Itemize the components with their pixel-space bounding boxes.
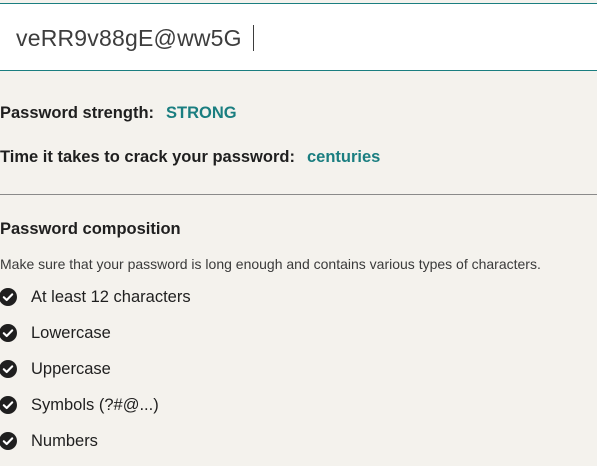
check-circle-icon bbox=[0, 288, 17, 306]
password-input[interactable]: veRR9v88gE@ww5G bbox=[0, 3, 597, 71]
requirement-item: Lowercase bbox=[0, 322, 191, 358]
check-circle-icon bbox=[0, 324, 17, 342]
password-strength-value: STRONG bbox=[166, 104, 237, 122]
requirement-item: At least 12 characters bbox=[0, 286, 191, 322]
composition-title: Password composition bbox=[0, 220, 181, 238]
crack-time-value: centuries bbox=[306, 148, 381, 166]
password-strength-row: Password strength: STRONG bbox=[0, 102, 237, 124]
requirement-item: Numbers bbox=[0, 430, 191, 466]
section-divider bbox=[0, 194, 597, 195]
crack-time-row: Time it takes to crack your password: cen… bbox=[0, 146, 380, 168]
requirement-label: Uppercase bbox=[31, 360, 111, 378]
composition-description: Make sure that your password is long eno… bbox=[0, 256, 541, 272]
password-strength-label: Password strength: bbox=[0, 104, 155, 122]
check-circle-icon bbox=[0, 360, 17, 378]
requirement-label: Lowercase bbox=[31, 324, 111, 342]
crack-time-label: Time it takes to crack your password: bbox=[0, 148, 295, 166]
requirement-label: Numbers bbox=[31, 432, 98, 450]
requirement-label: At least 12 characters bbox=[31, 288, 191, 306]
check-circle-icon bbox=[0, 396, 17, 414]
text-caret bbox=[252, 25, 255, 51]
requirements-list: At least 12 characters Lowercase Upperca… bbox=[0, 286, 191, 466]
password-input-value[interactable]: veRR9v88gE@ww5G bbox=[16, 23, 255, 53]
requirement-label: Symbols (?#@...) bbox=[31, 396, 159, 414]
requirement-item: Symbols (?#@...) bbox=[0, 394, 191, 430]
requirement-item: Uppercase bbox=[0, 358, 191, 394]
check-circle-icon bbox=[0, 432, 17, 450]
